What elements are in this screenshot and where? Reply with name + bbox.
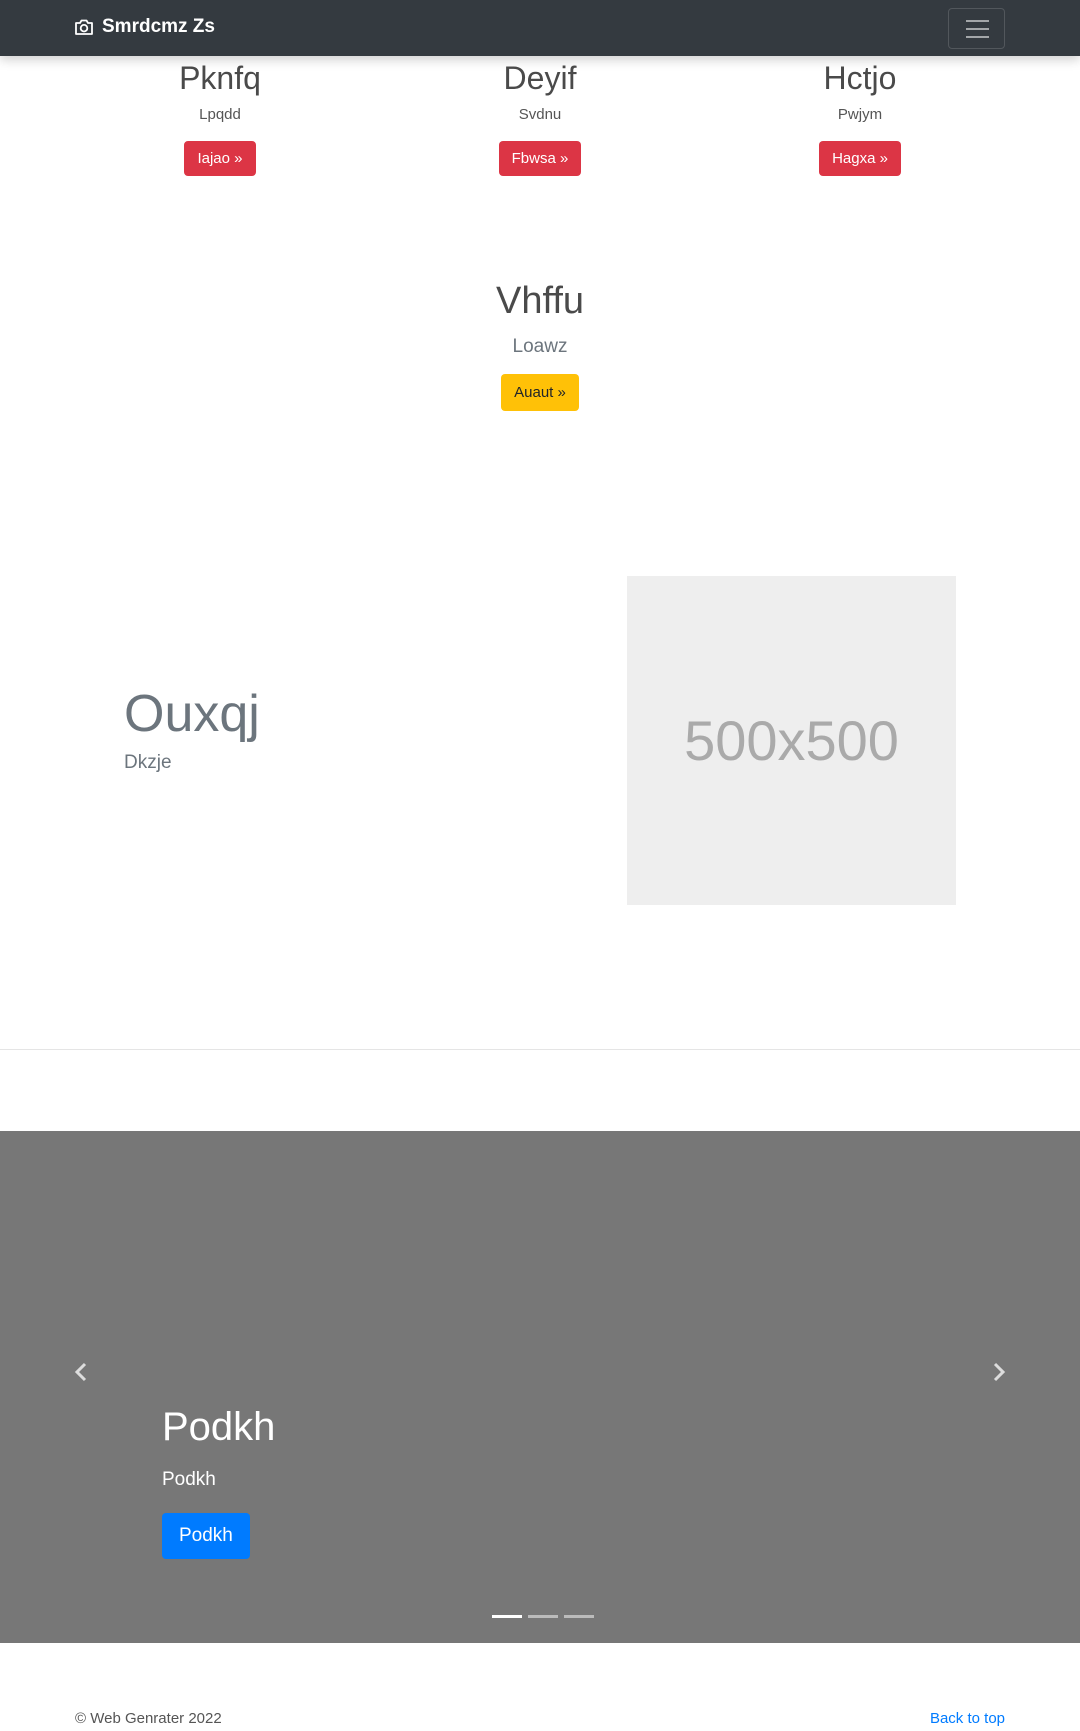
- placeholder-image-label: 500x500: [684, 709, 899, 772]
- back-to-top-link[interactable]: Back to top: [930, 1710, 1005, 1727]
- featurette-heading: Ouxqj: [124, 685, 260, 743]
- chevron-left-icon: [74, 1362, 88, 1387]
- feature-button[interactable]: Iajao »: [184, 141, 256, 176]
- carousel-indicators: [489, 1615, 597, 1618]
- footer-copyright: © Web Genrater 2022: [75, 1710, 222, 1727]
- feature-text: Lpqdd: [199, 106, 241, 123]
- feature-text: Svdnu: [518, 106, 562, 123]
- center-title: Vhffu: [495, 280, 585, 322]
- carousel: Podkh Podkh Podkh: [0, 1131, 1080, 1643]
- carousel-caption-title: Podkh: [162, 1405, 276, 1449]
- brand-name: Smrdcmz Zs: [102, 16, 215, 37]
- carousel-caption-text: Podkh: [162, 1469, 216, 1490]
- placeholder-image: 500x500: [627, 576, 956, 905]
- navbar-toggler-button[interactable]: [948, 8, 1005, 49]
- feature-title: Hctjo: [823, 60, 897, 96]
- chevron-right-icon: [992, 1362, 1006, 1387]
- feature-column: Hctjo Pwjym Hagxa »: [740, 62, 980, 176]
- carousel-indicator[interactable]: [528, 1615, 558, 1618]
- center-text: Loawz: [512, 336, 568, 357]
- divider: [0, 1049, 1080, 1050]
- feature-button[interactable]: Fbwsa »: [498, 141, 582, 176]
- carousel-caption: Podkh Podkh Podkh: [162, 1407, 275, 1559]
- feature-column: Deyif Svdnu Fbwsa »: [420, 62, 660, 176]
- navbar: Smrdcmz Zs: [0, 0, 1080, 56]
- center-button[interactable]: Auaut »: [501, 374, 579, 411]
- camera-icon: [74, 18, 94, 36]
- feature-column: Pknfq Lpqdd Iajao »: [100, 62, 340, 176]
- brand-link[interactable]: Smrdcmz Zs: [74, 16, 215, 38]
- carousel-next-button[interactable]: [984, 1359, 1014, 1389]
- carousel-prev-button[interactable]: [66, 1359, 96, 1389]
- featurette-subheading: Dkzje: [124, 752, 172, 773]
- center-feature: Vhffu Loawz Auaut »: [0, 282, 1080, 411]
- carousel-caption-button[interactable]: Podkh: [162, 1513, 250, 1559]
- feature-title: Pknfq: [179, 60, 261, 96]
- feature-button[interactable]: Hagxa »: [819, 141, 901, 176]
- feature-text: Pwjym: [837, 106, 883, 123]
- feature-title: Deyif: [503, 60, 577, 96]
- carousel-indicator[interactable]: [564, 1615, 594, 1618]
- carousel-indicator[interactable]: [492, 1615, 522, 1618]
